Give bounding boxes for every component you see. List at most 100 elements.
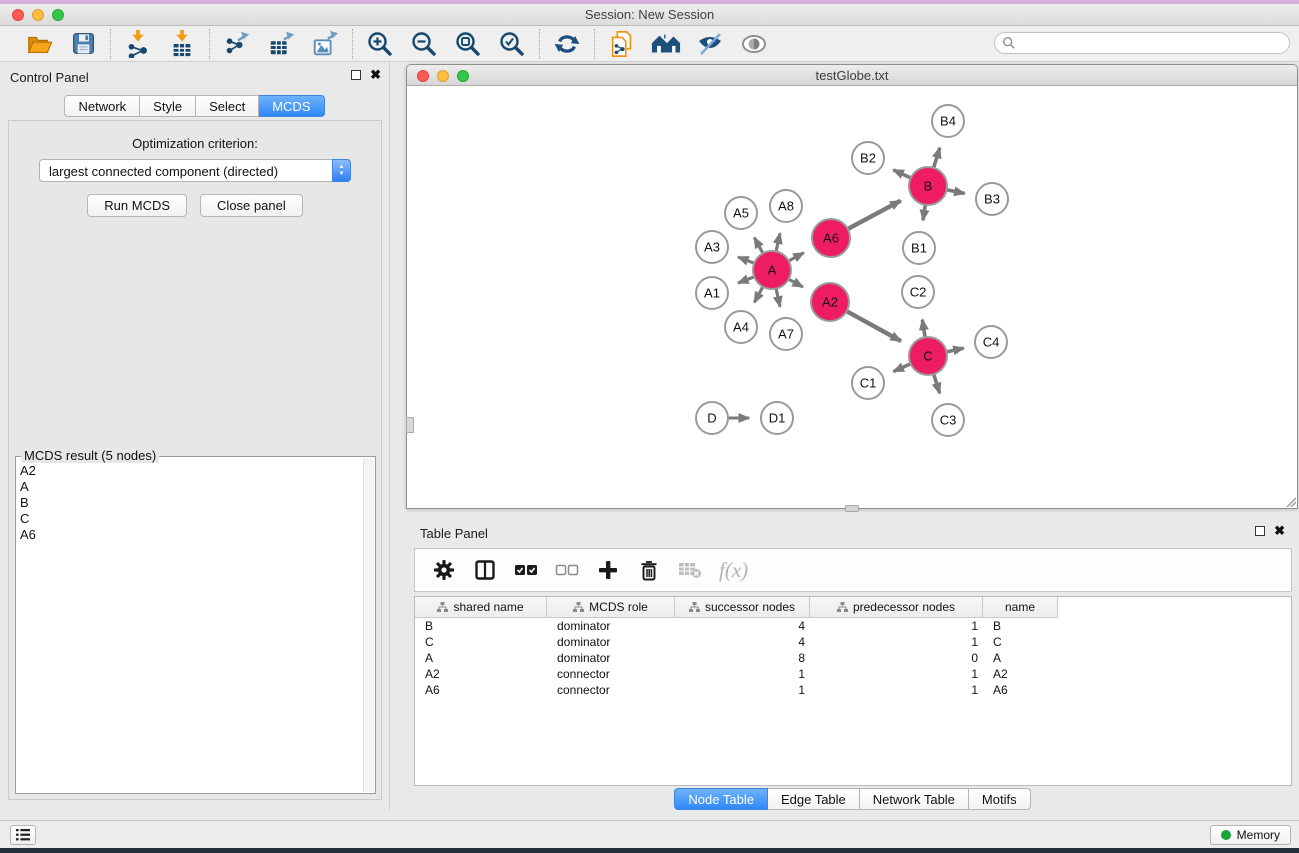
table-cell[interactable]: A6	[983, 682, 1058, 698]
table-cell[interactable]: 0	[810, 650, 983, 666]
table-cell[interactable]: 1	[810, 666, 983, 682]
table-cell[interactable]: A2	[983, 666, 1058, 682]
create-column-plus-icon[interactable]	[596, 558, 620, 582]
resize-handle-icon[interactable]	[1284, 495, 1296, 507]
table-cell[interactable]: C	[415, 634, 547, 650]
graph-node-B1[interactable]: B1	[903, 232, 935, 264]
zoom-selected-icon[interactable]	[497, 29, 527, 59]
tab-edge-table[interactable]: Edge Table	[768, 788, 860, 810]
network-window-titlebar[interactable]: testGlobe.txt	[407, 65, 1297, 86]
run-mcds-button[interactable]: Run MCDS	[87, 194, 187, 217]
table-cell[interactable]: dominator	[547, 618, 675, 634]
graph-node-B[interactable]: B	[909, 167, 947, 205]
mcds-result-item[interactable]: A	[20, 479, 361, 495]
table-cell[interactable]: A6	[415, 682, 547, 698]
tab-motifs[interactable]: Motifs	[969, 788, 1031, 810]
tab-node-table[interactable]: Node Table	[674, 788, 768, 810]
splitter-grip-left[interactable]	[406, 417, 414, 433]
graph-node-C4[interactable]: C4	[975, 326, 1007, 358]
column-header-successor-nodes[interactable]: successor nodes	[675, 597, 810, 618]
table-cell[interactable]: C	[983, 634, 1058, 650]
close-panel-icon[interactable]: ✖	[370, 70, 381, 80]
table-cell[interactable]: A	[983, 650, 1058, 666]
show-view-icon[interactable]	[739, 29, 769, 59]
result-scrollbar[interactable]	[363, 458, 374, 792]
table-cell[interactable]: 1	[810, 618, 983, 634]
table-row[interactable]: Cdominator41C	[415, 634, 1291, 650]
table-cell[interactable]: 1	[810, 634, 983, 650]
select-all-columns-icon[interactable]	[514, 558, 538, 582]
column-header-predecessor-nodes[interactable]: predecessor nodes	[810, 597, 983, 618]
delete-table-icon[interactable]	[678, 558, 702, 582]
table-cell[interactable]: connector	[547, 682, 675, 698]
table-row[interactable]: Bdominator41B	[415, 618, 1291, 634]
graph-node-C[interactable]: C	[909, 337, 947, 375]
memory-button[interactable]: Memory	[1210, 825, 1291, 845]
duplicate-network-icon[interactable]	[607, 29, 637, 59]
export-image-icon[interactable]	[310, 29, 340, 59]
search-field[interactable]	[994, 32, 1290, 54]
refresh-icon[interactable]	[552, 29, 582, 59]
graph-node-A7[interactable]: A7	[770, 318, 802, 350]
graph-node-B4[interactable]: B4	[932, 105, 964, 137]
graph-node-A5[interactable]: A5	[725, 197, 757, 229]
import-network-icon[interactable]	[123, 29, 153, 59]
float-panel-icon[interactable]	[351, 70, 361, 80]
table-cell[interactable]: 1	[810, 682, 983, 698]
graph-node-A8[interactable]: A8	[770, 190, 802, 222]
task-history-button[interactable]	[10, 825, 36, 845]
tab-network-table[interactable]: Network Table	[860, 788, 969, 810]
graph-node-D[interactable]: D	[696, 402, 728, 434]
table-cell[interactable]: 1	[675, 682, 810, 698]
function-builder-icon[interactable]: f(x)	[719, 558, 748, 583]
table-cell[interactable]: 1	[675, 666, 810, 682]
graph-node-B2[interactable]: B2	[852, 142, 884, 174]
open-folder-icon[interactable]	[24, 29, 54, 59]
graph-node-B3[interactable]: B3	[976, 183, 1008, 215]
table-cell[interactable]: 4	[675, 618, 810, 634]
tab-network[interactable]: Network	[64, 95, 140, 117]
graph-node-C1[interactable]: C1	[852, 367, 884, 399]
table-row[interactable]: A2connector11A2	[415, 666, 1291, 682]
import-table-icon[interactable]	[167, 29, 197, 59]
close-table-panel-icon[interactable]: ✖	[1274, 526, 1285, 536]
graph-node-A3[interactable]: A3	[696, 231, 728, 263]
table-cell[interactable]: dominator	[547, 634, 675, 650]
graph-node-A4[interactable]: A4	[725, 311, 757, 343]
tab-mcds[interactable]: MCDS	[259, 95, 324, 117]
save-floppy-icon[interactable]	[68, 29, 98, 59]
table-cell[interactable]: A2	[415, 666, 547, 682]
column-header-MCDS-role[interactable]: MCDS role	[547, 597, 675, 618]
graph-node-A6[interactable]: A6	[812, 219, 850, 257]
table-cell[interactable]: A	[415, 650, 547, 666]
zoom-out-icon[interactable]	[409, 29, 439, 59]
show-column-icon[interactable]	[473, 558, 497, 582]
table-cell[interactable]: 4	[675, 634, 810, 650]
tab-style[interactable]: Style	[140, 95, 196, 117]
table-cell[interactable]: B	[983, 618, 1058, 634]
table-cell[interactable]: B	[415, 618, 547, 634]
graph-node-A2[interactable]: A2	[811, 283, 849, 321]
mcds-result-item[interactable]: A6	[20, 527, 361, 543]
zoom-fit-icon[interactable]	[453, 29, 483, 59]
table-cell[interactable]: connector	[547, 666, 675, 682]
mcds-result-item[interactable]: A2	[20, 463, 361, 479]
close-panel-button[interactable]: Close panel	[200, 194, 303, 217]
delete-column-trash-icon[interactable]	[637, 558, 661, 582]
float-table-panel-icon[interactable]	[1255, 526, 1265, 536]
splitter-grip-bottom[interactable]	[845, 505, 859, 512]
network-canvas[interactable]: B4B2BB3A5A8A6A3B1AA1C2A2A4A7C4CC1DD1C3	[407, 87, 1297, 508]
criterion-dropdown[interactable]: largest connected component (directed) ▲…	[39, 159, 351, 182]
table-cell[interactable]: dominator	[547, 650, 675, 666]
table-settings-gear-icon[interactable]	[432, 558, 456, 582]
table-cell[interactable]: 8	[675, 650, 810, 666]
zoom-in-icon[interactable]	[365, 29, 395, 59]
graph-node-A1[interactable]: A1	[696, 277, 728, 309]
mcds-result-item[interactable]: C	[20, 511, 361, 527]
table-row[interactable]: A6connector11A6	[415, 682, 1291, 698]
table-row[interactable]: Adominator80A	[415, 650, 1291, 666]
graph-node-D1[interactable]: D1	[761, 402, 793, 434]
home-icon[interactable]	[651, 29, 681, 59]
graph-node-A[interactable]: A	[753, 251, 791, 289]
export-network-icon[interactable]	[222, 29, 252, 59]
